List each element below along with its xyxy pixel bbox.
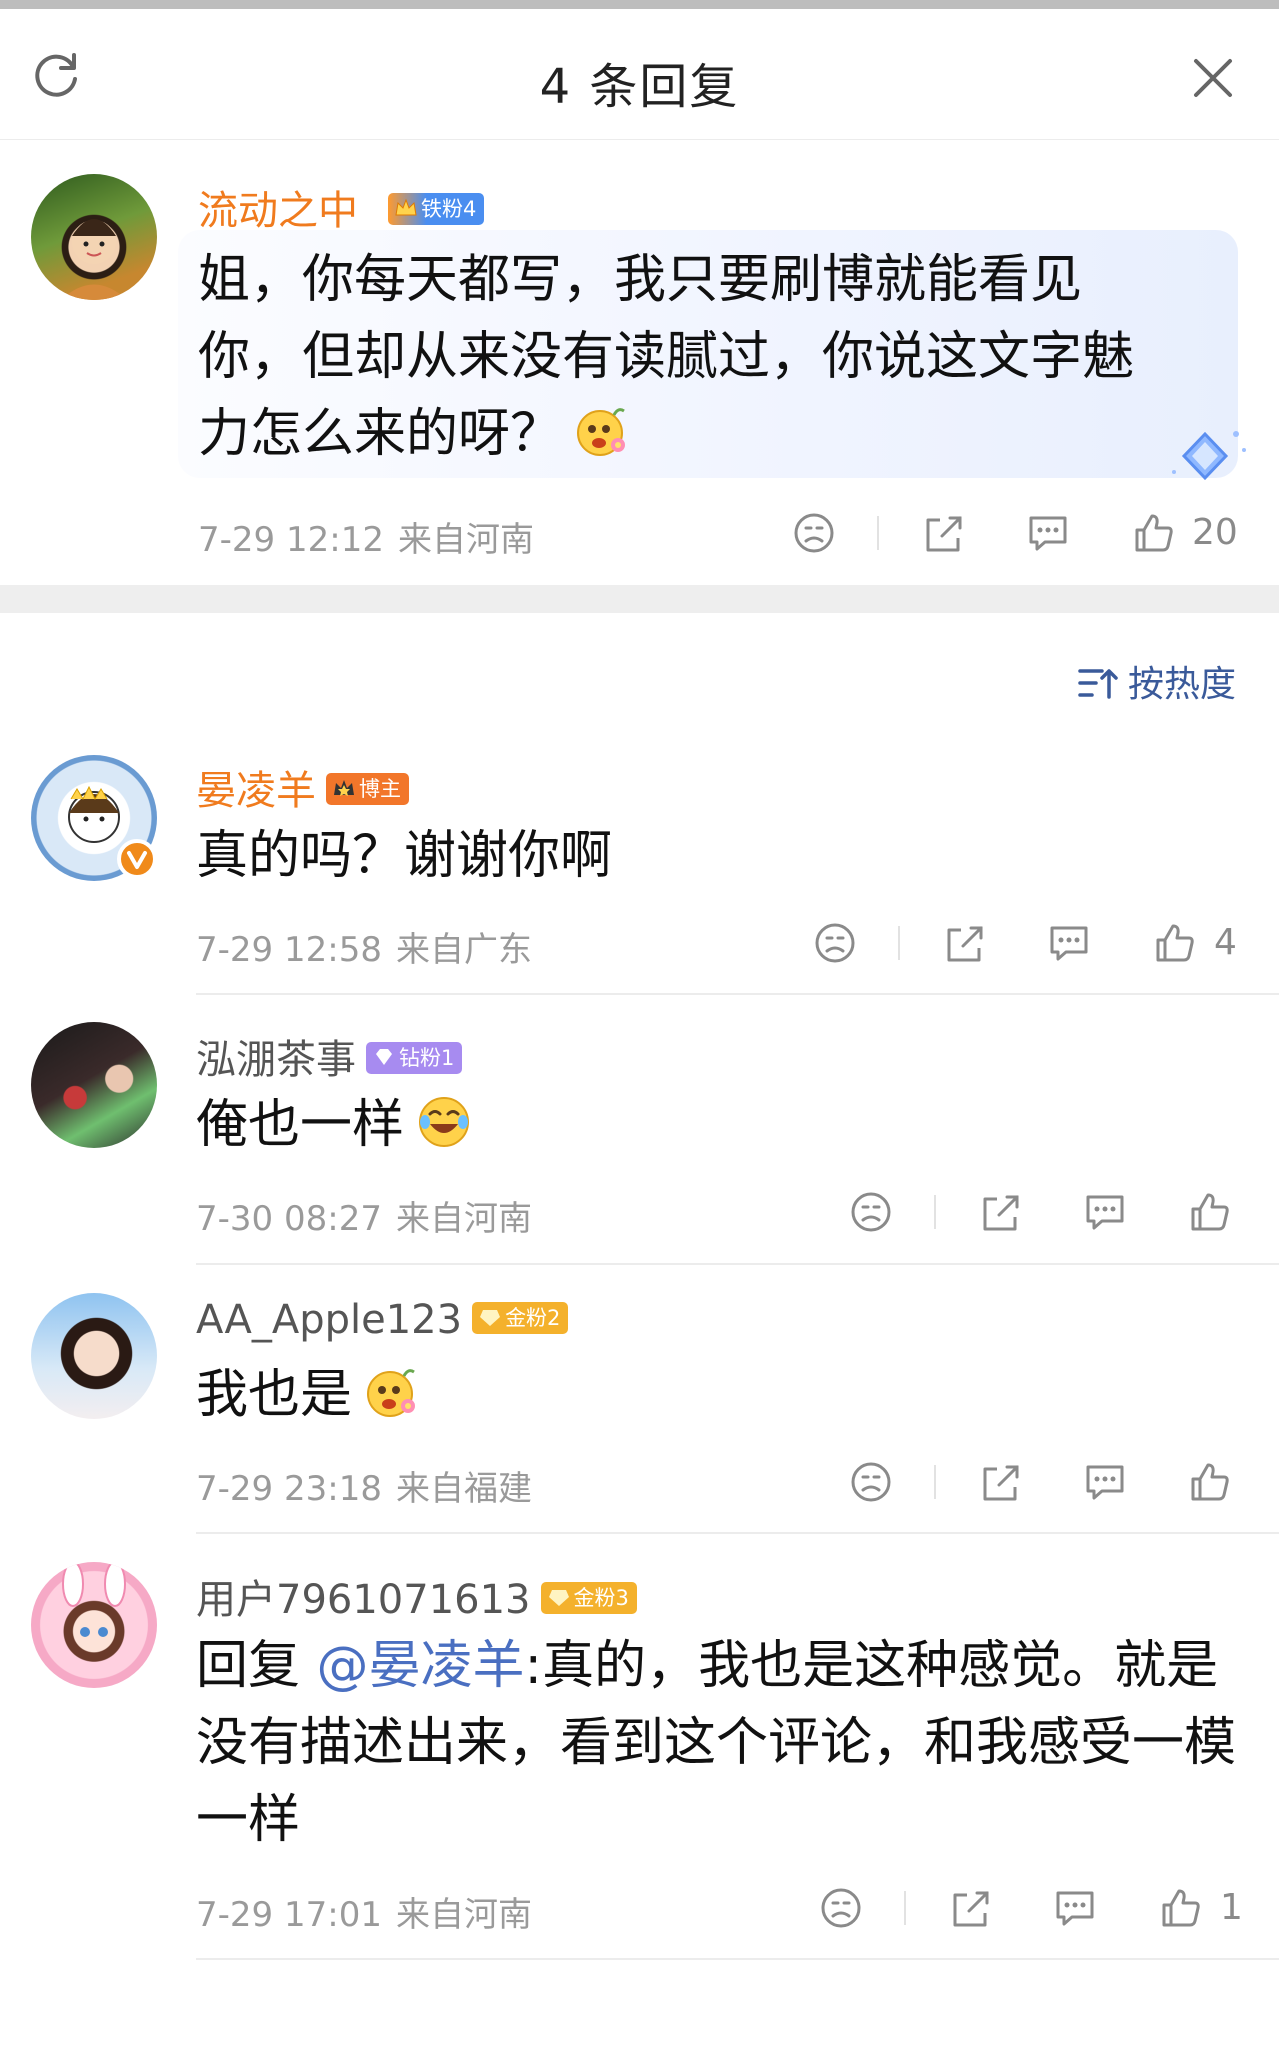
share-icon[interactable] — [920, 510, 966, 556]
like-count: 1 — [1220, 1887, 1243, 1928]
like-icon[interactable] — [1131, 510, 1177, 556]
comment-text: 姐，你每天都写，我只要刷博就能看见你，但却从来没有读腻过，你说这文字魅力怎么来的… — [198, 250, 1135, 464]
dislike-face-icon[interactable] — [818, 1885, 864, 1931]
status-strip — [0, 0, 1279, 9]
comment-author[interactable]: 用户7961071613 金粉3 — [196, 1567, 637, 1625]
author-name[interactable]: 晏凌羊 — [196, 768, 316, 814]
avatar[interactable] — [31, 1562, 157, 1688]
flower-face-emoji-icon — [577, 408, 626, 456]
comment-meta: 7-29 12:12 来自河南 — [198, 520, 534, 560]
share-icon[interactable] — [947, 1885, 993, 1931]
like-count: 20 — [1192, 512, 1238, 553]
divider — [196, 1263, 1279, 1265]
gold-badge-icon — [548, 1590, 569, 1606]
comment-icon[interactable] — [1082, 1189, 1128, 1235]
mention-link[interactable]: @晏凌羊 — [317, 1636, 525, 1696]
avatar[interactable] — [31, 1293, 157, 1419]
share-icon[interactable] — [977, 1189, 1023, 1235]
fan-badge: 金粉2 — [472, 1302, 569, 1334]
share-icon[interactable] — [977, 1459, 1023, 1505]
fan-badge: 钻粉1 — [366, 1042, 463, 1074]
comment-author[interactable]: 流动之中_ 铁粉4 — [198, 178, 485, 236]
comment-icon[interactable] — [1046, 920, 1092, 966]
comment-meta: 7-29 12:58 来自广东 — [196, 930, 532, 970]
section-divider — [0, 585, 1279, 613]
laughing-tears-emoji-icon — [419, 1097, 470, 1147]
author-name[interactable]: 流动之中_ — [198, 188, 378, 234]
dislike-face-icon[interactable] — [848, 1459, 894, 1505]
comment-text: 回复 @晏凌羊:真的，我也是这种感觉。就是没有描述出来，看到这个评论，和我感受一… — [196, 1636, 1237, 1850]
sort-icon — [1078, 669, 1118, 699]
reply-sheet-header: 4 条回复 — [0, 9, 1279, 140]
action-divider — [877, 516, 879, 550]
comment-text: 俺也一样 — [196, 1087, 472, 1164]
comment-meta: 7-29 17:01 来自河南 — [196, 1895, 532, 1935]
comment-meta: 7-29 23:18 来自福建 — [196, 1469, 532, 1509]
like-icon[interactable] — [1158, 1885, 1204, 1931]
like-icon[interactable] — [1187, 1189, 1233, 1235]
dislike-face-icon[interactable] — [812, 920, 858, 966]
like-count: 4 — [1214, 922, 1237, 963]
blogger-badge: 博主 — [326, 773, 409, 805]
comment-author[interactable]: 晏凌羊 博主 — [196, 758, 409, 816]
comment-meta: 7-30 08:27 来自河南 — [196, 1199, 532, 1239]
flower-face-emoji-icon — [367, 1369, 416, 1417]
comment-icon[interactable] — [1025, 510, 1071, 556]
close-icon[interactable] — [1188, 53, 1238, 103]
fan-badge: 铁粉4 — [388, 193, 485, 225]
avatar[interactable] — [31, 1022, 157, 1148]
gold-badge-icon — [480, 1310, 501, 1326]
verified-icon — [117, 839, 157, 879]
dislike-face-icon[interactable] — [791, 510, 837, 556]
comment-text: 我也是 — [196, 1357, 420, 1434]
action-divider — [904, 1891, 906, 1925]
star-crown-icon — [334, 780, 354, 796]
share-icon[interactable] — [941, 920, 987, 966]
avatar[interactable] — [31, 174, 157, 300]
action-divider — [898, 926, 900, 960]
sort-button[interactable]: 按热度 — [1078, 655, 1236, 707]
comment-icon[interactable] — [1082, 1459, 1128, 1505]
crown-icon — [395, 198, 417, 216]
divider — [196, 1532, 1279, 1534]
comment-icon[interactable] — [1052, 1885, 1098, 1931]
author-name[interactable]: 用户7961071613 — [196, 1577, 531, 1623]
divider — [196, 993, 1279, 995]
like-icon[interactable] — [1187, 1459, 1233, 1505]
page-title: 4 条回复 — [539, 59, 740, 115]
action-divider — [934, 1195, 936, 1229]
comment-author[interactable]: AA_Apple123 金粉2 — [196, 1297, 569, 1343]
comment-text: 真的吗？谢谢你啊 — [196, 826, 613, 886]
dislike-face-icon[interactable] — [848, 1189, 894, 1235]
divider — [196, 1958, 1279, 1960]
action-divider — [934, 1465, 936, 1499]
comment-author[interactable]: 泓淜茶事 钻粉1 — [196, 1027, 463, 1085]
gem-icon — [376, 1049, 392, 1065]
author-name[interactable]: 泓淜茶事 — [196, 1037, 356, 1083]
like-icon[interactable] — [1152, 920, 1198, 966]
fan-badge: 金粉3 — [540, 1582, 637, 1614]
author-name[interactable]: AA_Apple123 — [196, 1297, 462, 1343]
